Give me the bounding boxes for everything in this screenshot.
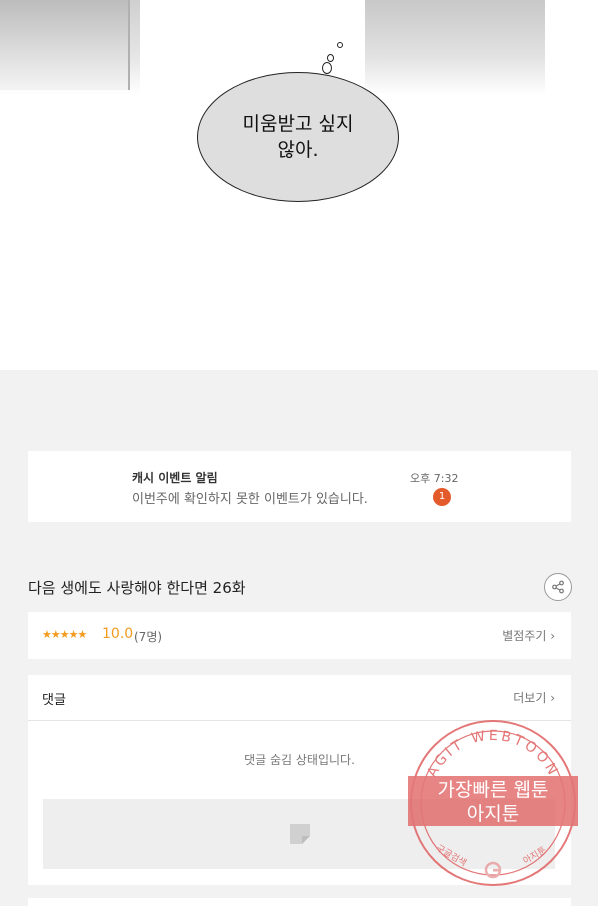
rating-score: 10.0 (102, 626, 134, 642)
notification-message: 이번주에 확인하지 못한 이벤트가 있습니다. (132, 492, 368, 507)
notification-title: 캐시 이벤트 알림 (132, 471, 218, 485)
comic-leg (58, 0, 130, 90)
speech-bubble: 미움받고 싶지 않아. (197, 72, 399, 202)
rating-count: (7명) (134, 630, 163, 644)
bubble-text-line1: 미움받고 싶지 (242, 113, 354, 135)
rating-card: ★★★★★ 10.0 (7명) 별점주기 › (28, 612, 571, 659)
bubble-tail-dot (337, 42, 343, 48)
share-button[interactable] (544, 573, 572, 601)
watermark-line1: 가장빠른 웹툰 (438, 779, 549, 801)
episode-title: 다음 생에도 사랑해야 한다면 26화 (28, 579, 246, 597)
rating-stars: ★★★★★ (42, 628, 87, 641)
comments-header: 댓글 (42, 693, 66, 708)
watermark-bottom-right: 아지툰 (521, 845, 548, 867)
event-notification-card[interactable]: 캐시 이벤트 알림 이번주에 확인하지 못한 이벤트가 있습니다. 오후 7:3… (28, 451, 571, 522)
comic-figure-right (365, 0, 545, 95)
bubble-tail-dot (327, 54, 334, 62)
share-icon (552, 580, 564, 594)
comment-placeholder-icon (290, 824, 310, 844)
comments-more-link[interactable]: 더보기 › (513, 689, 555, 706)
comic-panel: 미움받고 싶지 않아. (0, 0, 598, 370)
notification-time: 오후 7:32 (410, 472, 459, 485)
bubble-tail-dot (322, 62, 332, 74)
comic-figure-left (0, 0, 140, 95)
rate-button[interactable]: 별점주기 › (502, 627, 555, 644)
watermark-stamp: AGIT WEBTOON 가장빠른 웹툰 아지툰 구글검색 아지툰 (408, 718, 578, 888)
notification-badge: 1 (433, 488, 451, 506)
next-card-edge (28, 898, 571, 906)
bubble-text-line2: 않아. (277, 139, 319, 161)
watermark-line2: 아지툰 (467, 803, 519, 825)
